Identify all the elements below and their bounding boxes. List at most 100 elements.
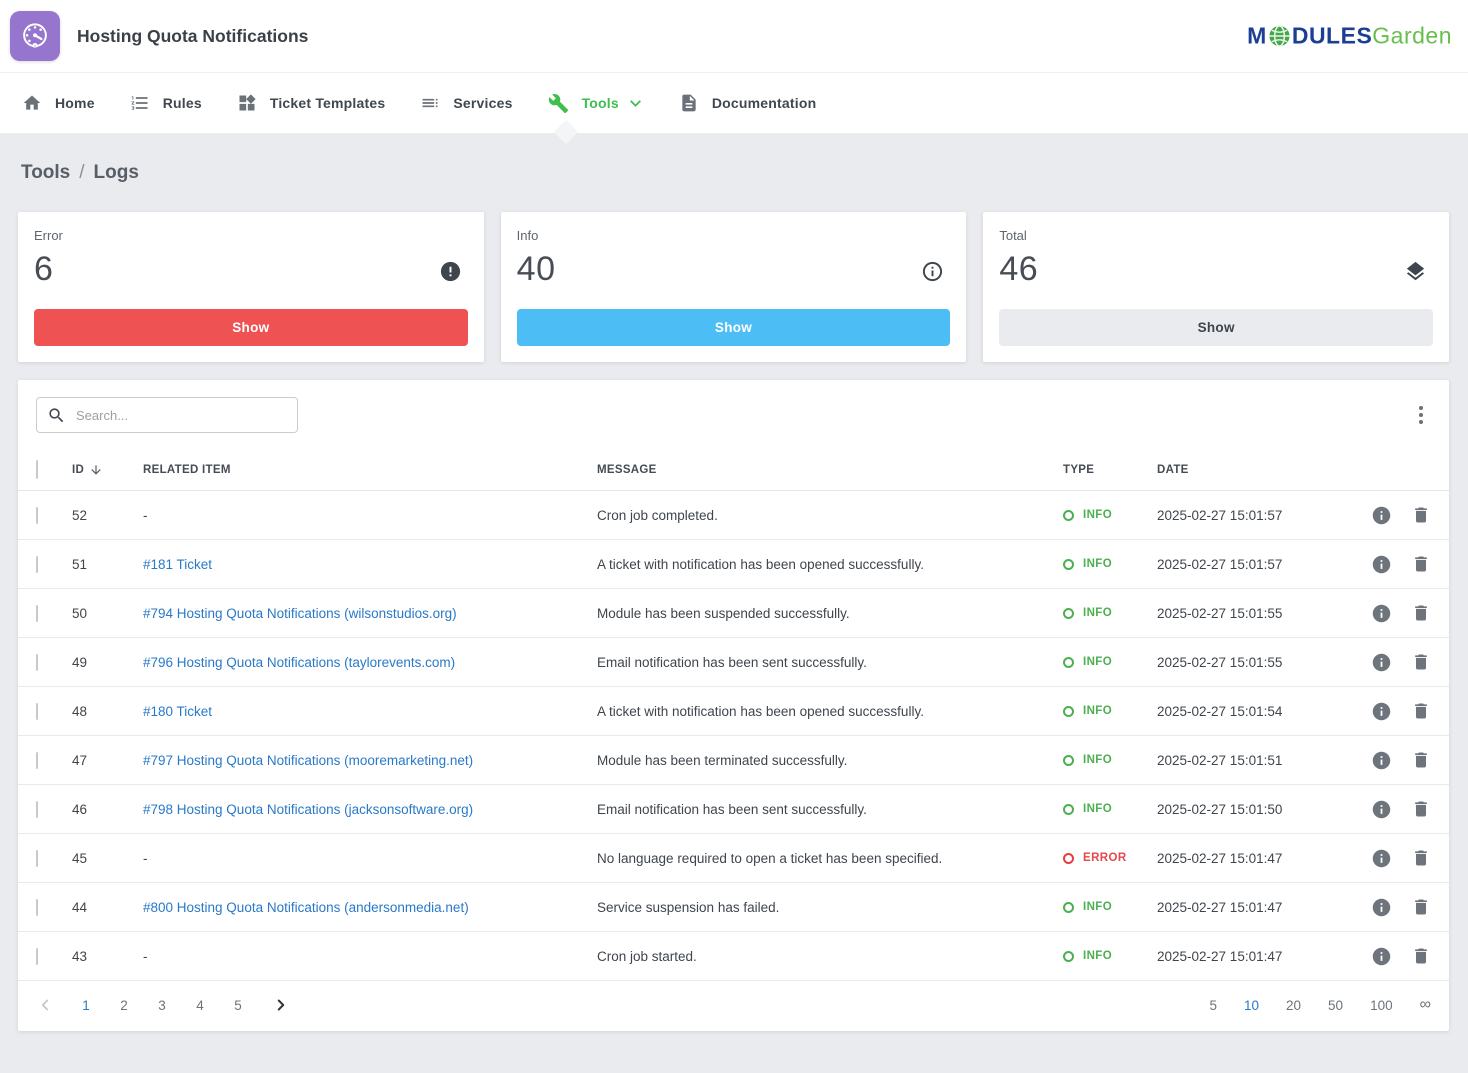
select-all-checkbox[interactable] [36, 460, 38, 479]
row-type-badge: INFO [1063, 656, 1157, 668]
page-number-5[interactable]: 5 [232, 998, 244, 1013]
column-header-related-item[interactable]: RELATED ITEM [143, 464, 597, 476]
column-header-message[interactable]: MESSAGE [597, 464, 1063, 476]
row-checkbox[interactable] [36, 899, 38, 916]
type-ring-icon [1063, 853, 1074, 864]
row-checkbox[interactable] [36, 605, 38, 622]
svg-text:!: ! [34, 43, 35, 48]
nav-item-label: Rules [163, 95, 202, 111]
row-id: 50 [72, 606, 143, 621]
type-ring-icon [1063, 951, 1074, 962]
type-label: INFO [1083, 607, 1112, 619]
row-details-button[interactable] [1371, 750, 1392, 771]
type-ring-icon [1063, 657, 1074, 668]
row-details-button[interactable] [1371, 946, 1392, 967]
row-delete-button[interactable] [1411, 750, 1431, 770]
table-header-row: ID RELATED ITEM MESSAGE TYPE DATE [18, 450, 1449, 491]
row-delete-button[interactable] [1411, 603, 1431, 623]
row-checkbox[interactable] [36, 752, 38, 769]
row-details-button[interactable] [1371, 554, 1392, 575]
row-delete-button[interactable] [1411, 505, 1431, 525]
show-button[interactable]: Show [999, 309, 1433, 346]
row-delete-button[interactable] [1411, 799, 1431, 819]
row-id: 43 [72, 949, 143, 964]
card-value: 40 [517, 250, 951, 289]
nav-item-label: Home [55, 95, 95, 111]
column-header-type[interactable]: TYPE [1063, 464, 1157, 476]
nav-item-services[interactable]: Services [420, 93, 512, 113]
app-logo-tile: ! [10, 11, 60, 61]
breadcrumb-section[interactable]: Tools [21, 162, 70, 184]
row-related-item: #800 Hosting Quota Notifications (anders… [143, 900, 597, 915]
row-date: 2025-02-27 15:01:47 [1157, 900, 1347, 915]
row-delete-button[interactable] [1411, 701, 1431, 721]
row-checkbox[interactable] [36, 654, 38, 671]
row-details-button[interactable] [1371, 701, 1392, 722]
card-value: 6 [34, 250, 468, 289]
related-item-link[interactable]: #798 Hosting Quota Notifications (jackso… [143, 802, 473, 817]
related-item-link[interactable]: #796 Hosting Quota Notifications (taylor… [143, 655, 455, 670]
type-label: INFO [1083, 754, 1112, 766]
row-delete-button[interactable] [1411, 897, 1431, 917]
type-ring-icon [1063, 804, 1074, 815]
page-number-4[interactable]: 4 [194, 998, 206, 1013]
nav-item-ticket-templates[interactable]: Ticket Templates [237, 93, 386, 113]
related-item-link[interactable]: #800 Hosting Quota Notifications (anders… [143, 900, 469, 915]
row-checkbox[interactable] [36, 801, 38, 818]
row-details-button[interactable] [1371, 897, 1392, 918]
row-checkbox[interactable] [36, 703, 38, 720]
show-button[interactable]: Show [34, 309, 468, 346]
prev-page-icon[interactable] [36, 996, 54, 1014]
summary-cards: Error 6 Show Info 40 Show Total 46 Show [18, 212, 1449, 362]
search-input[interactable] [36, 397, 298, 433]
related-item-link[interactable]: #794 Hosting Quota Notifications (wilson… [143, 606, 457, 621]
page-size-20[interactable]: 20 [1286, 998, 1301, 1013]
row-delete-button[interactable] [1411, 554, 1431, 574]
nav-item-label: Ticket Templates [270, 95, 386, 111]
next-page-icon[interactable] [272, 996, 290, 1014]
row-details-button[interactable] [1371, 848, 1392, 869]
row-checkbox[interactable] [36, 948, 38, 965]
nav-item-documentation[interactable]: Documentation [679, 93, 817, 113]
related-item-link[interactable]: #797 Hosting Quota Notifications (moorem… [143, 753, 473, 768]
row-checkbox[interactable] [36, 556, 38, 573]
page-size-5[interactable]: 5 [1209, 998, 1217, 1013]
nav-item-home[interactable]: Home [22, 93, 95, 113]
row-checkbox[interactable] [36, 507, 38, 524]
row-delete-button[interactable] [1411, 946, 1431, 966]
row-message: A ticket with notification has been open… [597, 704, 1063, 719]
row-delete-button[interactable] [1411, 848, 1431, 868]
table-menu-button[interactable] [1411, 402, 1431, 428]
row-details-button[interactable] [1371, 603, 1392, 624]
page-number-3[interactable]: 3 [156, 998, 168, 1013]
widgets-icon [237, 93, 257, 113]
related-item-link[interactable]: #180 Ticket [143, 704, 212, 719]
chevron-down-icon [627, 95, 644, 112]
sort-desc-icon[interactable] [89, 463, 103, 477]
row-details-button[interactable] [1371, 652, 1392, 673]
page-size-50[interactable]: 50 [1328, 998, 1343, 1013]
nav-item-tools[interactable]: Tools [548, 93, 644, 114]
card-label: Error [34, 228, 468, 243]
pagination: 1 2 3 4 5 5 10 20 50 100 ∞ [18, 981, 1449, 1031]
breadcrumb-separator: / [79, 162, 84, 184]
page-number-1[interactable]: 1 [80, 998, 92, 1013]
page-number-2[interactable]: 2 [118, 998, 130, 1013]
related-item-link[interactable]: #181 Ticket [143, 557, 212, 572]
show-button[interactable]: Show [517, 309, 951, 346]
nav-item-rules[interactable]: Rules [130, 93, 202, 113]
row-date: 2025-02-27 15:01:57 [1157, 557, 1347, 572]
column-header-id[interactable]: ID [72, 463, 143, 477]
page-size-all[interactable]: ∞ [1420, 997, 1431, 1013]
row-checkbox[interactable] [36, 850, 38, 867]
row-details-button[interactable] [1371, 505, 1392, 526]
page-size-10[interactable]: 10 [1244, 998, 1259, 1013]
row-details-button[interactable] [1371, 799, 1392, 820]
globe-icon [1268, 25, 1291, 48]
column-header-date[interactable]: DATE [1157, 464, 1347, 476]
page-size-100[interactable]: 100 [1370, 998, 1393, 1013]
table-row: 48 #180 Ticket A ticket with notificatio… [18, 687, 1449, 736]
row-delete-button[interactable] [1411, 652, 1431, 672]
row-related-item: #180 Ticket [143, 704, 597, 719]
log-table-card: ID RELATED ITEM MESSAGE TYPE DATE 52 - C… [18, 380, 1449, 1031]
